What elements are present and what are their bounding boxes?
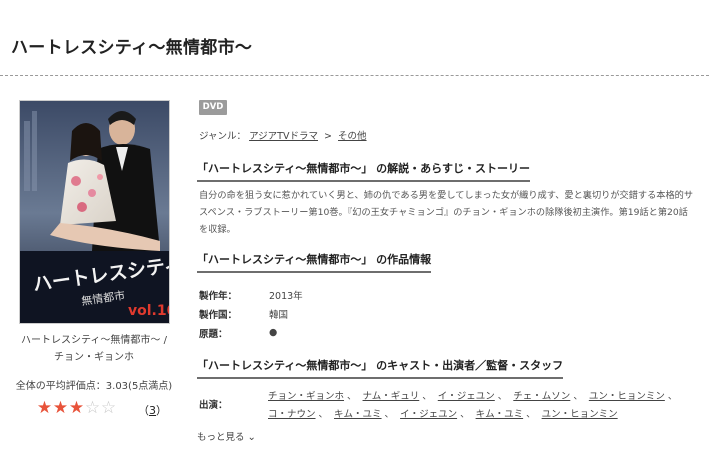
cast-link[interactable]: チェ・ムソン	[513, 391, 570, 402]
cast-list: チョン・ギョンホ、ナム・ギュリ、イ・ジェユン、チェ・ムソン、ユン・ヒョンミン、 …	[268, 388, 698, 424]
star-rating: ★ ★ ★ ☆ ☆	[36, 398, 116, 418]
cast-row: チョン・ギョンホ、ナム・ギュリ、イ・ジェユン、チェ・ムソン、ユン・ヒョンミン、	[268, 391, 678, 402]
info-label: 製作国：	[199, 309, 238, 321]
cast-link[interactable]: ナム・ギュリ	[363, 391, 420, 402]
synopsis-text: 自分の命を狙う女に惹かれていく男と、姉の仇である男を愛してしまった女が織り成す、…	[199, 190, 694, 235]
show-more-link[interactable]: もっと見る ⌄	[197, 429, 256, 443]
info-label: 原題：	[199, 328, 228, 340]
info-row-year: 製作年： 2013年	[199, 285, 303, 304]
cast-link[interactable]: イ・ジェユン	[438, 391, 495, 402]
review-count-link[interactable]: （3）	[138, 402, 167, 418]
genre-breadcrumb: ジャンル： アジアTVドラマ > その他	[199, 128, 367, 142]
work-info-heading: 「ハートレスシティ～無情都市～」 の作品情報	[197, 251, 432, 273]
cast-link[interactable]: キム・ユミ	[476, 409, 524, 420]
item-name-line1: ハートレスシティ～無情都市～ /	[21, 335, 167, 346]
dvd-badge: DVD	[199, 100, 227, 115]
info-row-country: 製作国： 韓国	[199, 304, 303, 323]
info-value: ●	[269, 327, 278, 338]
cast-link[interactable]: コ・ナウン	[268, 409, 316, 420]
cover-illustration: ハートレスシティ 無情都市 vol.10	[20, 101, 170, 323]
average-rating: 全体の平均評価点：3.03(5点満点)	[15, 381, 173, 392]
show-more-label[interactable]: もっと見る	[197, 432, 245, 443]
cast-link[interactable]: ユン・ヒョンミン	[542, 409, 618, 420]
genre-separator: >	[324, 131, 332, 142]
star-empty-icon: ☆	[84, 398, 100, 418]
cast-heading: 「ハートレスシティ～無情都市～」 のキャスト・出演者／監督・スタッフ	[197, 357, 564, 379]
cast-link[interactable]: キム・ユミ	[334, 409, 382, 420]
info-value: 2013年	[269, 290, 303, 302]
work-info-table: 製作年： 2013年 製作国： 韓国 原題： ●	[199, 285, 303, 342]
cast-link[interactable]: イ・ジェユン	[400, 409, 457, 420]
info-label: 製作年：	[199, 290, 238, 302]
star-filled-icon: ★	[52, 398, 68, 418]
review-count[interactable]: 3	[149, 404, 156, 417]
star-filled-icon: ★	[36, 398, 52, 418]
star-empty-icon: ☆	[100, 398, 116, 418]
title-divider	[0, 75, 709, 76]
genre-label: ジャンル：	[199, 131, 247, 142]
star-filled-icon: ★	[68, 398, 84, 418]
info-row-original-title: 原題： ●	[199, 323, 303, 342]
genre-link-asian-tv-drama[interactable]: アジアTVドラマ	[249, 131, 318, 142]
genre-link-other[interactable]: その他	[338, 131, 367, 142]
synopsis-heading: 「ハートレスシティ～無情都市～」 の解説・あらすじ・ストーリー	[197, 160, 530, 182]
info-value: 韓国	[269, 309, 289, 321]
dvd-cover-image[interactable]: ハートレスシティ 無情都市 vol.10	[19, 100, 170, 324]
item-name-line2: チョン・ギョンホ	[54, 352, 134, 363]
cast-label: 出演：	[199, 400, 228, 411]
item-name: ハートレスシティ～無情都市～ / チョン・ギョンホ	[0, 332, 188, 366]
chevron-down-icon: ⌄	[247, 432, 256, 443]
cast-link[interactable]: チョン・ギョンホ	[268, 391, 344, 402]
page-title: ハートレスシティ～無情都市～	[11, 38, 253, 58]
cover-volume-text: vol.10	[128, 303, 170, 319]
cast-row: コ・ナウン、キム・ユミ、イ・ジェユン、キム・ユミ、ユン・ヒョンミン	[268, 409, 618, 420]
cast-link[interactable]: ユン・ヒョンミン	[589, 391, 665, 402]
